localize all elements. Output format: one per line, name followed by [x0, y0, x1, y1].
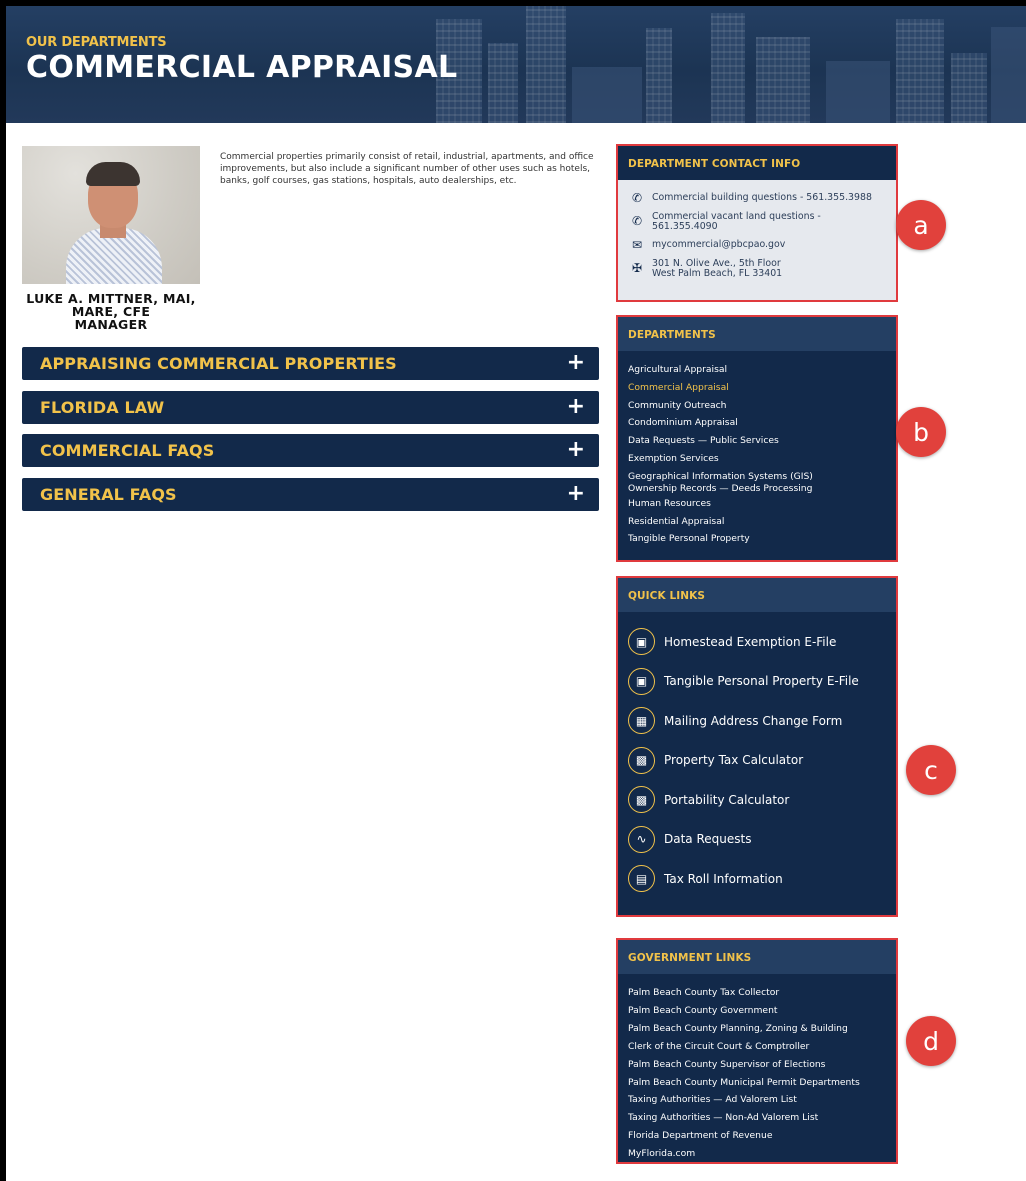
banner-building [646, 28, 672, 123]
plus-icon: + [566, 437, 585, 462]
accordion-label: FLORIDA LAW [40, 398, 165, 417]
accordion-general-faqs[interactable]: GENERAL FAQS + [22, 478, 599, 511]
banner-building [488, 43, 518, 123]
banner-building [711, 13, 745, 123]
callout-badge-b: b [896, 407, 946, 457]
callout-badge-c: c [906, 745, 956, 795]
page-banner: OUR DEPARTMENTS COMMERCIAL APPRAISAL [6, 6, 1026, 123]
callout-badge-d: d [906, 1016, 956, 1066]
plus-icon: + [566, 350, 585, 375]
banner-building [826, 61, 890, 123]
highlight-box-d [616, 938, 898, 1164]
banner-building [572, 67, 642, 123]
page-title: COMMERCIAL APPRAISAL [26, 50, 458, 85]
accordion-florida-law[interactable]: FLORIDA LAW + [22, 391, 599, 424]
accordion-commercial-faqs[interactable]: COMMERCIAL FAQS + [22, 434, 599, 467]
callout-badge-a: a [896, 200, 946, 250]
plus-icon: + [566, 394, 585, 419]
banner-building [756, 37, 810, 123]
banner-building [991, 27, 1026, 123]
accordion-label: APPRAISING COMMERCIAL PROPERTIES [40, 354, 397, 373]
page: OUR DEPARTMENTS COMMERCIAL APPRAISAL LUK… [6, 0, 1026, 1181]
banner-building [526, 6, 566, 123]
manager-name: LUKE A. MITTNER, MAI, MARE, CFE MANAGER [22, 292, 200, 331]
page-kicker: OUR DEPARTMENTS [26, 35, 167, 50]
highlight-box-c [616, 576, 898, 917]
accordion-label: COMMERCIAL FAQS [40, 441, 215, 460]
plus-icon: + [566, 481, 585, 506]
manager-photo [22, 146, 200, 284]
banner-building [896, 19, 944, 123]
manager-role: MANAGER [74, 317, 148, 332]
highlight-box-b [616, 315, 898, 562]
accordion-label: GENERAL FAQS [40, 485, 177, 504]
department-intro: Commercial properties primarily consist … [220, 152, 594, 186]
banner-building [951, 53, 987, 123]
accordion-appraising-commercial-properties[interactable]: APPRAISING COMMERCIAL PROPERTIES + [22, 347, 599, 380]
highlight-box-a [616, 144, 898, 302]
